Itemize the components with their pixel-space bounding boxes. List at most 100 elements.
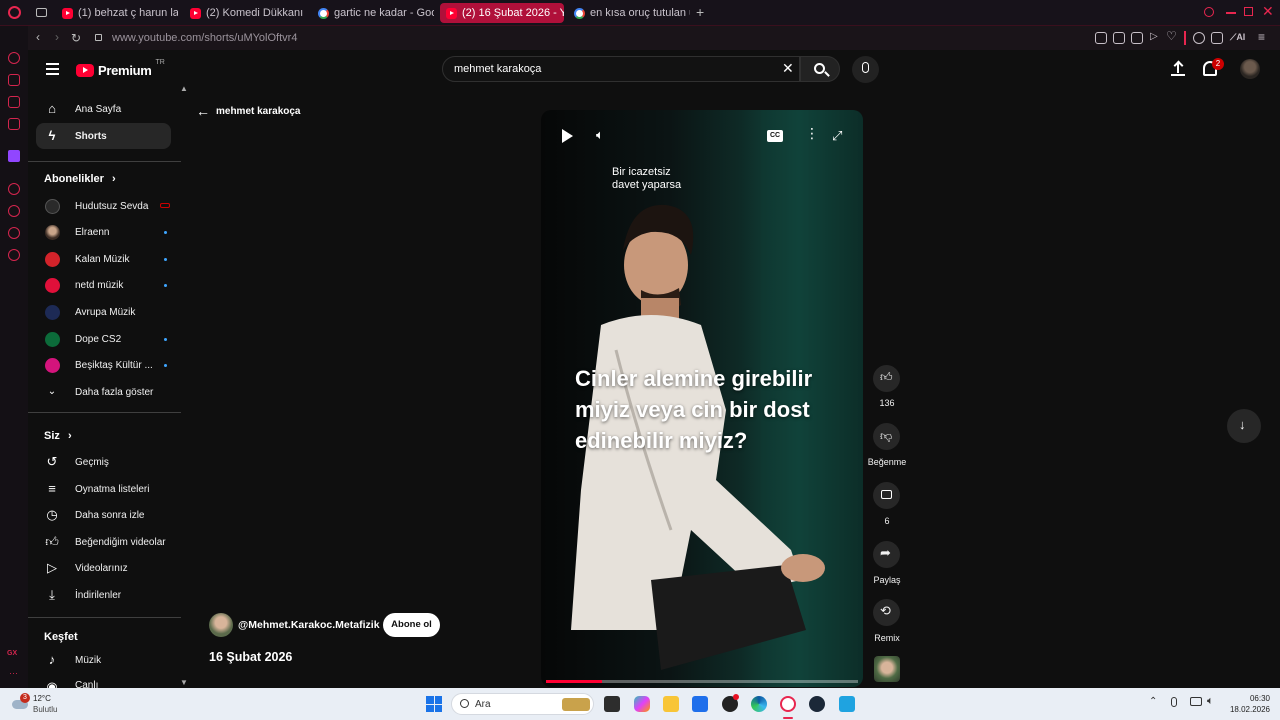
sidebar-scroll-down-icon[interactable]: ▼ [180,678,188,687]
clock-time[interactable]: 06:30 [1236,694,1270,703]
copilot-icon[interactable] [634,696,650,712]
aria-icon[interactable] [8,52,20,64]
pin-icon[interactable] [1095,32,1107,44]
like-button[interactable]: 👍︎ [873,365,900,392]
sidebar-item-history[interactable]: ↺ Geçmiş [36,449,171,475]
sidebar-subscription[interactable]: Avrupa Müzik [36,299,171,325]
remix-button[interactable]: ⟲ [873,599,900,626]
player-icon[interactable]: ▷ [1150,31,1158,42]
back-nav-icon[interactable]: ‹ [36,30,40,44]
sidebar-item-liked-videos[interactable]: 👍︎ Beğendiğim videolar [36,529,171,555]
opera-gx-icon[interactable] [780,696,796,712]
sidebar-subscription[interactable]: Hudutsuz Sevda [36,193,171,219]
subscribe-button[interactable]: Abone ol [383,613,440,637]
network-icon[interactable] [1190,697,1202,706]
sidebar-item-watch-later[interactable]: ◷ Daha sonra izle [36,502,171,528]
sidebar-item-music[interactable]: ♪ Müzik [36,647,171,673]
bag-icon[interactable] [8,74,20,86]
sidebar-item-downloads[interactable]: ⤓ İndirilenler [36,582,171,608]
browser-tab-2[interactable]: (2) Komedi Dükkanı - 55. B [184,3,304,23]
clear-search-icon[interactable]: ✕ [782,60,794,77]
maximize-button[interactable] [1244,7,1253,16]
twitch-icon[interactable] [8,150,20,162]
close-window-button[interactable]: ✕ [1262,3,1274,20]
sidebar-subscription[interactable]: netd müzik [36,272,171,298]
edge-icon[interactable] [751,696,767,712]
voice-search-button[interactable] [852,56,879,83]
cc-button[interactable]: CC [767,130,783,142]
notepad-icon[interactable] [839,696,855,712]
sidebar-scroll-up-icon[interactable]: ▲ [180,84,188,93]
heart-icon[interactable]: ♡ [1166,29,1177,43]
ai-icon[interactable]: ⟋AI [1230,32,1245,43]
volume-icon[interactable]: 🔈︎ [596,127,604,143]
gx-icon[interactable]: GX [7,650,17,657]
adblock-icon[interactable] [1131,32,1143,44]
short-video-player[interactable]: 🔈︎ CC ⋮ ⤢ Bir icazetsiz davet yaparsa Ci… [541,110,863,687]
you-title[interactable]: Siz › [44,430,72,442]
profile-icon[interactable] [1193,32,1205,44]
browser-tab-4-active[interactable]: (2) 16 Şubat 2026 - YouTu [440,3,564,23]
sidebar-subscription[interactable]: Kalan Müzik [36,246,171,272]
opera-logo-icon[interactable] [8,6,21,19]
sidebar-item-playlists[interactable]: ≡ Oynatma listeleri [36,476,171,502]
browser-tab-5[interactable]: en kısa oruç tutulan ülke - [568,3,690,23]
microphone-tray-icon[interactable] [1171,697,1177,707]
clock-date[interactable]: 18.02.2026 [1224,705,1270,714]
search-input[interactable]: mehmet karakoça [454,63,541,75]
audio-track-thumbnail[interactable] [874,656,900,682]
taskbar-search[interactable]: Ara [451,693,594,715]
store-icon[interactable] [692,696,708,712]
more-options-icon[interactable]: ⋮ [805,126,819,140]
fullscreen-icon[interactable]: ⤢ [832,128,842,144]
steam-icon[interactable] [809,696,825,712]
sidebar-item-live[interactable]: ◉ Canlı [36,674,171,689]
settings-side-icon[interactable] [8,249,20,261]
tab-overview-icon[interactable] [36,8,47,17]
tray-chevron-up-icon[interactable]: ⌃ [1149,696,1157,707]
reload-icon[interactable]: ↻ [71,31,81,45]
dislike-button[interactable]: 👎︎ [873,423,900,450]
search-button[interactable] [800,56,840,82]
send-side-icon[interactable] [8,227,20,239]
share-button[interactable]: ➦ [873,541,900,568]
play-button[interactable] [562,129,573,143]
messenger-icon[interactable] [8,96,20,108]
sidebar-subscription[interactable]: Dope CS2 [36,326,171,352]
upload-icon[interactable] [1171,60,1185,76]
browser-tab-3[interactable]: gartic ne kadar - Google'd [312,3,434,23]
sidebar-subscription[interactable]: Elraenn [36,219,171,245]
sidebar-item-your-videos[interactable]: ▷ Videolarınız [36,555,171,581]
volume-tray-icon[interactable]: 🔈︎ [1207,695,1214,708]
show-more-button[interactable]: ⌄ Daha fazla göster [36,379,171,405]
file-explorer-icon[interactable] [663,696,679,712]
notes-icon[interactable] [8,118,20,130]
minimize-button[interactable] [1226,12,1236,14]
next-short-button[interactable]: ↓ [1227,409,1261,443]
snapshot-icon[interactable] [1113,32,1125,44]
extensions-icon[interactable] [1211,32,1223,44]
weather-widget[interactable]: 3 12°C Bulutlu [8,691,78,717]
player-side-icon[interactable] [8,183,20,195]
more-side-icon[interactable]: ··· [9,668,18,678]
easy-setup-icon[interactable]: ≡ [1258,30,1265,44]
sidebar-item-shorts[interactable]: ϟ Shorts [36,123,171,149]
search-box[interactable]: mehmet karakoça ✕ [442,56,800,82]
windows-start-icon[interactable] [426,696,442,712]
browser-tab-1[interactable]: (1) behzat ç harun laf sokm [56,3,178,23]
forward-nav-icon[interactable]: › [55,30,59,44]
channel-avatar[interactable] [209,613,233,637]
task-view-icon[interactable] [604,696,620,712]
search-tabs-icon[interactable] [1204,7,1214,17]
comments-button[interactable] [873,482,900,509]
sidebar-subscription[interactable]: Beşiktaş Kültür ... [36,352,171,378]
back-button[interactable]: ← mehmet karakoça [196,103,301,119]
video-progress-track[interactable] [546,680,858,683]
history-side-icon[interactable] [8,205,20,217]
account-avatar[interactable] [1240,59,1260,79]
channel-handle[interactable]: @Mehmet.Karakoc.Metafizik [238,619,380,631]
subscriptions-title[interactable]: Abonelikler › [44,173,116,185]
sidebar-item-home[interactable]: ⌂ Ana Sayfa [36,96,171,122]
new-tab-button[interactable]: + [696,4,704,20]
url-field[interactable]: www.youtube.com/shorts/uMYolOftvr4 [112,32,297,44]
